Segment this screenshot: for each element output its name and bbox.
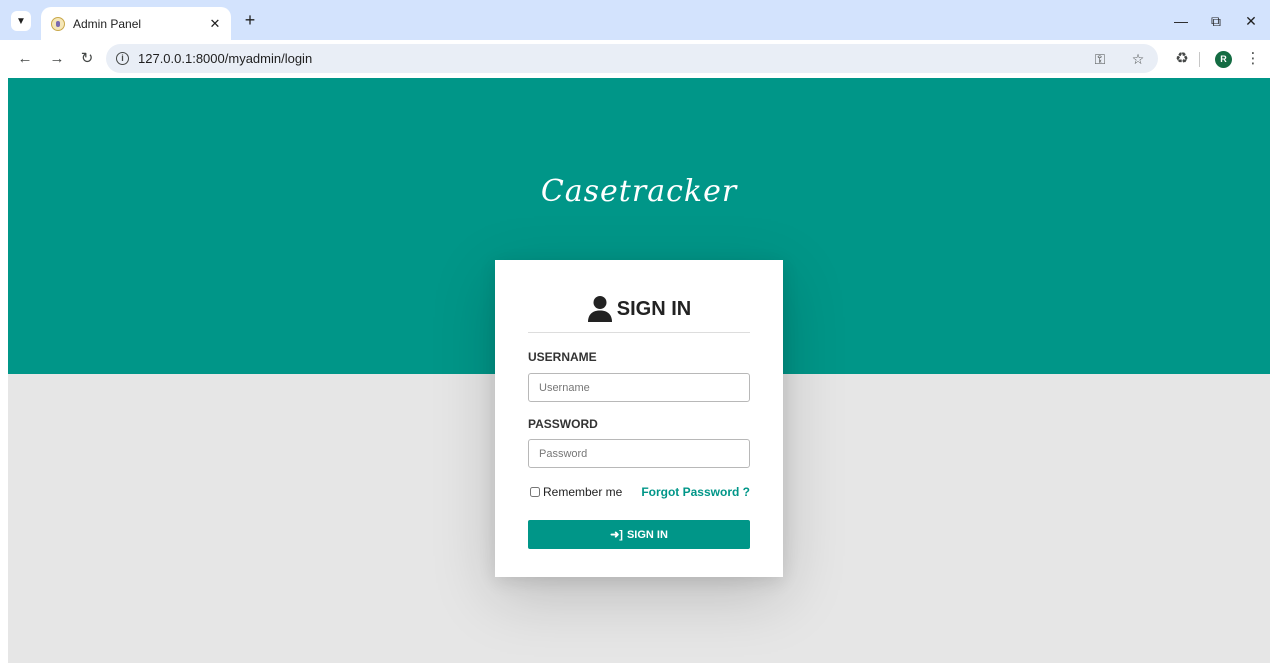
arrow-left-icon: ← bbox=[17, 50, 33, 67]
browser-toolbar: ← → ↻ i 127.0.0.1:8000/myadmin/login ⚿ ☆… bbox=[0, 40, 1270, 78]
tab-search-button[interactable]: ▼ bbox=[11, 11, 31, 31]
sign-in-icon: ➜] bbox=[610, 529, 623, 541]
profile-avatar[interactable]: R bbox=[1215, 51, 1232, 68]
login-page: Casetracker SIGN IN USERNAME PASSWORD Re… bbox=[8, 78, 1270, 663]
toolbar-separator bbox=[1199, 52, 1200, 67]
key-icon[interactable]: ⚿ bbox=[1091, 50, 1109, 68]
user-icon bbox=[587, 296, 612, 322]
username-label: USERNAME bbox=[528, 350, 597, 364]
username-input[interactable] bbox=[528, 373, 750, 402]
remember-me-checkbox[interactable] bbox=[530, 487, 540, 497]
forgot-password-link[interactable]: Forgot Password ? bbox=[641, 485, 750, 499]
password-label: PASSWORD bbox=[528, 417, 598, 431]
browser-tab[interactable]: Admin Panel ✕ bbox=[41, 7, 231, 40]
kebab-menu-icon[interactable]: ⋮ bbox=[1243, 50, 1263, 68]
password-input[interactable] bbox=[528, 439, 750, 468]
reload-icon: ↻ bbox=[80, 50, 94, 67]
sign-in-button[interactable]: ➜] SIGN IN bbox=[528, 520, 750, 549]
remember-me-label: Remember me bbox=[543, 485, 623, 499]
forward-button[interactable]: → bbox=[47, 49, 67, 69]
card-header: SIGN IN bbox=[528, 286, 750, 333]
restore-button[interactable]: ⧉ bbox=[1206, 11, 1226, 31]
admin-favicon-icon bbox=[51, 16, 65, 31]
remember-me[interactable]: Remember me bbox=[528, 485, 622, 499]
puzzle-icon[interactable]: ♻ bbox=[1172, 50, 1192, 68]
chevron-down-icon: ▼ bbox=[16, 15, 26, 27]
info-icon[interactable]: i bbox=[116, 52, 129, 65]
new-tab-button[interactable]: + bbox=[240, 10, 260, 30]
browser-tab-bar: ▼ Admin Panel ✕ + — ⧉ ✕ bbox=[0, 0, 1270, 40]
brand-logo: Casetracker bbox=[540, 174, 738, 209]
window-close-button[interactable]: ✕ bbox=[1241, 11, 1261, 31]
address-bar[interactable]: i 127.0.0.1:8000/myadmin/login ⚿ ☆ bbox=[106, 44, 1158, 73]
plus-icon: + bbox=[244, 10, 256, 30]
arrow-right-icon: → bbox=[49, 50, 65, 67]
minimize-button[interactable]: — bbox=[1171, 11, 1191, 31]
login-card: SIGN IN USERNAME PASSWORD Remember me Fo… bbox=[495, 260, 783, 577]
star-icon[interactable]: ☆ bbox=[1129, 50, 1147, 68]
reload-button[interactable]: ↻ bbox=[77, 49, 97, 69]
tab-title: Admin Panel bbox=[73, 16, 142, 31]
close-icon[interactable]: ✕ bbox=[207, 16, 223, 32]
back-button[interactable]: ← bbox=[15, 49, 35, 69]
url-text: 127.0.0.1:8000/myadmin/login bbox=[138, 51, 313, 66]
card-title: SIGN IN bbox=[616, 297, 692, 320]
sign-in-button-label: SIGN IN bbox=[626, 528, 668, 541]
